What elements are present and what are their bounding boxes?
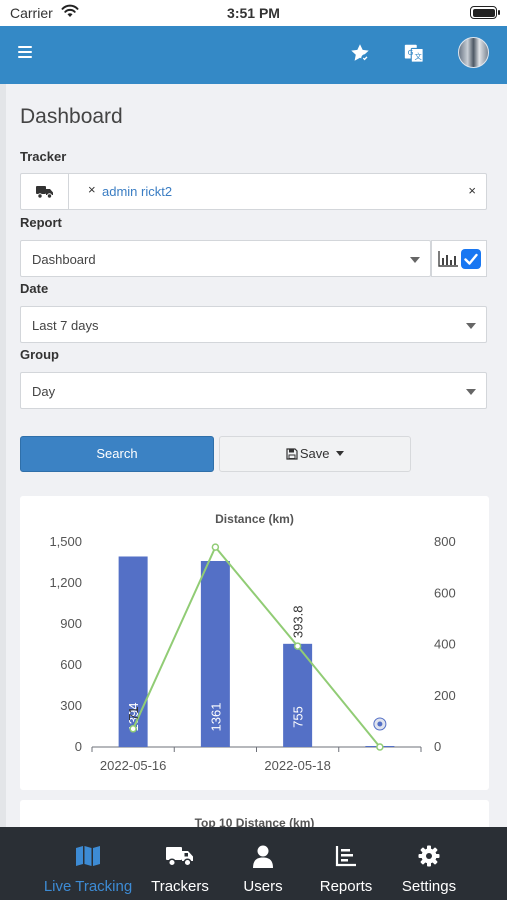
- line-series: [132, 545, 381, 748]
- group-value: Day: [32, 384, 56, 399]
- x-tick-label: 2022-05-18: [264, 758, 331, 773]
- reports-icon: [335, 846, 356, 867]
- search-button[interactable]: Search: [20, 436, 214, 472]
- nav-label: Users: [243, 878, 283, 895]
- y-left-tick-label: 1,200: [49, 575, 82, 590]
- bar-value-label: 755: [291, 706, 306, 728]
- bar-value-label: 1361: [208, 703, 223, 732]
- distance-chart-card: Distance (km) 0 300 600 900 1,200 1,500 0 200 400…: [20, 496, 489, 790]
- y-right-tick-label: 200: [434, 688, 456, 703]
- line-value-label: 393.8: [291, 606, 306, 639]
- y-right-tick-label: 400: [434, 637, 456, 652]
- floppy-disk-icon: [286, 448, 298, 460]
- line-point: [211, 543, 220, 551]
- translate-icon[interactable]: G 文: [403, 42, 425, 64]
- nav-live-tracking[interactable]: Live Tracking: [33, 827, 143, 900]
- chart-checkbox[interactable]: [461, 249, 481, 269]
- user-icon: [253, 845, 273, 868]
- top10-chart-title: Top 10 Distance (km): [194, 816, 315, 827]
- line-point: [376, 743, 384, 751]
- distance-chart: Distance (km) 0 300 600 900 1,200 1,500 0 200 400…: [49, 512, 456, 773]
- map-icon: [76, 846, 100, 866]
- y-left-tick-label: 0: [75, 739, 82, 754]
- chip-remove-icon[interactable]: ×: [88, 182, 96, 197]
- nav-label: Reports: [319, 878, 373, 895]
- report-select[interactable]: Dashboard: [20, 240, 431, 277]
- main-content: Dashboard Tracker × admin rickt2 × Repor…: [0, 84, 507, 827]
- y-left-tick-label: 900: [60, 616, 82, 631]
- svg-text:G: G: [408, 48, 414, 57]
- y-left-tick-label: 600: [60, 657, 82, 672]
- tracker-type-button[interactable]: [21, 174, 69, 209]
- battery-icon: [470, 6, 500, 19]
- nav-users[interactable]: Users: [230, 827, 296, 900]
- top10-chart-card: Top 10 Distance (km): [20, 800, 489, 827]
- x-tick-label: 2022-05-16: [100, 758, 167, 773]
- chevron-down-icon: [466, 323, 476, 329]
- clear-selection-icon[interactable]: ×: [468, 183, 476, 198]
- y-right-tick-label: 600: [434, 585, 456, 600]
- nav-reports[interactable]: Reports: [310, 827, 382, 900]
- clock: 3:51 PM: [227, 5, 280, 21]
- checkmark-icon: [464, 253, 478, 265]
- truck-icon: [166, 847, 193, 867]
- gear-icon: [418, 845, 440, 867]
- report-label: Report: [20, 215, 62, 230]
- tracker-label: Tracker: [20, 149, 67, 164]
- chart-title: Distance (km): [215, 512, 294, 526]
- save-button-label: Save: [299, 446, 330, 461]
- tracker-select[interactable]: × admin rickt2 ×: [20, 173, 487, 210]
- chevron-down-icon: [466, 389, 476, 395]
- status-bar: Carrier 3:51 PM: [0, 0, 507, 26]
- nav-settings[interactable]: Settings: [393, 827, 465, 900]
- chevron-down-icon: [410, 257, 420, 263]
- search-button-label: Search: [96, 446, 138, 461]
- page-title: Dashboard: [20, 105, 123, 128]
- svg-text:文: 文: [414, 52, 422, 61]
- y-left-tick-label: 300: [60, 698, 82, 713]
- bottom-nav: Live Tracking Trackers Users Reports Set…: [0, 827, 507, 900]
- app-header: G 文: [0, 26, 507, 84]
- save-button[interactable]: Save: [219, 436, 411, 472]
- chart-toggle[interactable]: [431, 240, 487, 277]
- line-point: [129, 725, 137, 733]
- nav-label: Live Tracking: [43, 878, 133, 895]
- date-select[interactable]: Last 7 days: [20, 306, 487, 343]
- report-value: Dashboard: [32, 252, 96, 267]
- nav-label: Trackers: [151, 878, 209, 895]
- y-right-tick-label: 800: [434, 534, 456, 549]
- date-label: Date: [20, 281, 49, 296]
- side-drawer-edge: [0, 84, 6, 827]
- tracker-chip: admin rickt2: [102, 184, 173, 199]
- group-label: Group: [20, 347, 59, 362]
- avatar[interactable]: [458, 37, 489, 68]
- y-right-tick-label: 0: [434, 739, 441, 754]
- caret-down-icon: [336, 451, 345, 456]
- date-value: Last 7 days: [32, 318, 99, 333]
- nav-label: Settings: [401, 878, 457, 895]
- line-value-label: 71: [126, 706, 141, 720]
- y-left-tick-label: 1,500: [49, 534, 82, 549]
- bar-chart-icon: [438, 251, 458, 267]
- hamburger-icon[interactable]: [18, 46, 32, 60]
- marker-badge-dot: [377, 721, 383, 727]
- nav-trackers[interactable]: Trackers: [143, 827, 217, 900]
- group-select[interactable]: Day: [20, 372, 487, 409]
- truck-icon: [36, 186, 53, 199]
- star-icon[interactable]: [349, 42, 371, 64]
- line-point: [293, 642, 302, 650]
